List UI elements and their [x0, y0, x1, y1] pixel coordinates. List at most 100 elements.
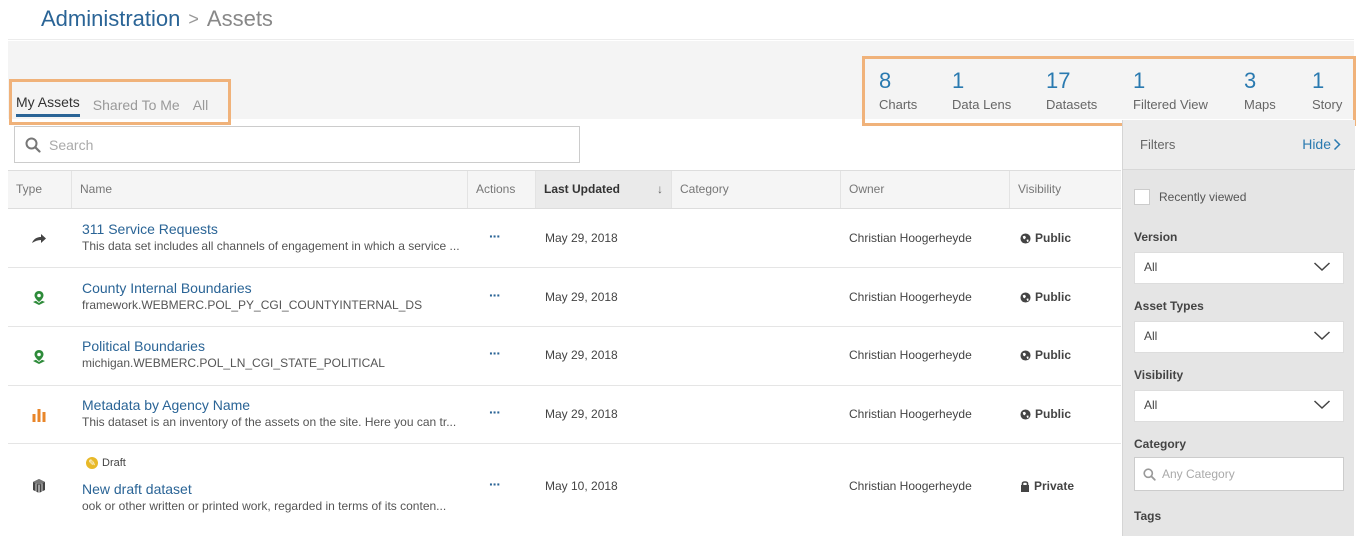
- stat-label: Datasets: [1046, 97, 1098, 112]
- search-input[interactable]: [49, 136, 549, 153]
- column-visibility[interactable]: Visibility: [1010, 171, 1121, 208]
- search-icon: [1143, 467, 1156, 481]
- asset-name-link[interactable]: Metadata by Agency Name: [82, 397, 456, 413]
- map-pin-icon: [30, 348, 48, 366]
- asset-description: This data set includes all channels of e…: [82, 239, 460, 253]
- stat-maps[interactable]: 3 Maps: [1244, 67, 1276, 112]
- lock-icon: [1021, 481, 1029, 492]
- visibility-label: Public: [1035, 231, 1072, 245]
- bar-chart-icon: [30, 406, 48, 424]
- owner: Christian Hoogerheyde: [849, 348, 972, 362]
- sort-descending-icon: ↓: [657, 182, 663, 196]
- column-actions: Actions: [468, 171, 536, 208]
- stat-charts[interactable]: 8 Charts: [879, 67, 917, 112]
- last-updated: May 29, 2018: [545, 407, 618, 421]
- tab-shared-to-me[interactable]: Shared To Me: [93, 97, 180, 117]
- breadcrumb: Administration > Assets: [41, 6, 273, 32]
- asset-tabs: My Assets Shared To Me All: [9, 79, 231, 125]
- table-header: Type Name Actions Last Updated ↓ Categor…: [8, 170, 1121, 209]
- asset-description: ook or other written or printed work, re…: [82, 499, 447, 513]
- last-updated: May 29, 2018: [545, 348, 618, 362]
- visibility-filter-label: Visibility: [1134, 368, 1184, 382]
- stat-label: Data Lens: [952, 97, 1012, 112]
- owner: Christian Hoogerheyde: [849, 479, 972, 493]
- breadcrumb-administration[interactable]: Administration: [41, 6, 180, 32]
- visibility-status: Public: [1020, 407, 1071, 421]
- map-pin-icon: [30, 289, 48, 307]
- actions-menu-button[interactable]: ···: [489, 345, 501, 361]
- chevron-down-icon: [1313, 400, 1331, 410]
- owner: Christian Hoogerheyde: [849, 231, 972, 245]
- column-category[interactable]: Category: [672, 171, 841, 208]
- stat-count: 8: [879, 68, 892, 93]
- search-icon: [25, 137, 41, 153]
- asset-types-select[interactable]: All: [1134, 321, 1344, 353]
- filters-sidebar: Filters Hide Recently viewed Version All…: [1122, 120, 1355, 536]
- globe-icon: [1020, 349, 1031, 361]
- last-updated: May 29, 2018: [545, 231, 618, 245]
- visibility-label: Public: [1035, 348, 1072, 362]
- stat-filtered-view[interactable]: 1 Filtered View: [1133, 67, 1208, 112]
- chevron-down-icon: [1313, 262, 1331, 272]
- column-last-updated-label: Last Updated: [544, 182, 621, 196]
- draft-badge: ✎ Draft: [86, 457, 126, 469]
- stat-datasets[interactable]: 17 Datasets: [1046, 67, 1097, 112]
- recently-viewed-label: Recently viewed: [1159, 190, 1247, 204]
- asset-name-link[interactable]: Political Boundaries: [82, 338, 385, 354]
- filters-header: Filters Hide: [1123, 120, 1355, 170]
- draft-label: Draft: [102, 457, 126, 469]
- category-input[interactable]: [1162, 467, 1332, 481]
- asset-counts: 8 Charts 1 Data Lens 17 Datasets 1 Filte…: [862, 56, 1356, 126]
- page-header: Administration > Assets: [8, 0, 1354, 40]
- recently-viewed-filter[interactable]: Recently viewed: [1134, 189, 1246, 205]
- column-owner[interactable]: Owner: [841, 171, 1010, 208]
- visibility-status: Public: [1020, 290, 1071, 304]
- asset-types-label: Asset Types: [1134, 299, 1204, 313]
- last-updated: May 10, 2018: [545, 479, 618, 493]
- table-row: Political Boundaries michigan.WEBMERC.PO…: [8, 327, 1121, 386]
- asset-description: This dataset is an inventory of the asse…: [82, 415, 457, 429]
- stat-data-lens[interactable]: 1 Data Lens: [952, 67, 1011, 112]
- asset-name-link[interactable]: 311 Service Requests: [82, 221, 460, 237]
- owner: Christian Hoogerheyde: [849, 407, 972, 421]
- table-row: ✎ Draft New draft dataset ook or other w…: [8, 444, 1121, 528]
- actions-menu-button[interactable]: ···: [489, 287, 501, 303]
- version-select[interactable]: All: [1134, 252, 1344, 284]
- last-updated: May 29, 2018: [545, 290, 618, 304]
- asset-name-link[interactable]: New draft dataset: [82, 481, 446, 497]
- stat-count: 3: [1244, 68, 1257, 93]
- tab-all[interactable]: All: [193, 97, 209, 117]
- chevron-right-icon: [1333, 138, 1341, 150]
- asset-description: framework.WEBMERC.POL_PY_CGI_COUNTYINTER…: [82, 298, 423, 312]
- stat-label: Charts: [879, 97, 918, 112]
- recently-viewed-checkbox[interactable]: [1134, 189, 1150, 205]
- asset-types-value: All: [1144, 329, 1158, 343]
- stat-count: 1: [1312, 68, 1325, 93]
- hide-filters-button[interactable]: Hide: [1302, 136, 1341, 152]
- arrow-icon: [30, 230, 48, 248]
- globe-icon: [1020, 232, 1031, 244]
- visibility-select[interactable]: All: [1134, 390, 1344, 422]
- breadcrumb-separator: >: [188, 8, 199, 29]
- stat-count: 1: [952, 68, 965, 93]
- breadcrumb-current: Assets: [206, 6, 273, 31]
- column-last-updated[interactable]: Last Updated ↓: [536, 171, 672, 208]
- stat-count: 1: [1133, 68, 1146, 93]
- tab-my-assets[interactable]: My Assets: [16, 94, 80, 117]
- actions-menu-button[interactable]: ···: [489, 404, 501, 420]
- stat-story[interactable]: 1 Story: [1312, 67, 1342, 112]
- visibility-status: Private: [1020, 479, 1074, 493]
- table-row: Metadata by Agency Name This dataset is …: [8, 386, 1121, 444]
- asset-name-link[interactable]: County Internal Boundaries: [82, 280, 422, 296]
- visibility-label: Private: [1034, 479, 1075, 493]
- table-row: County Internal Boundaries framework.WEB…: [8, 268, 1121, 327]
- column-name[interactable]: Name: [72, 171, 468, 208]
- asset-description: michigan.WEBMERC.POL_LN_CGI_STATE_POLITI…: [82, 356, 385, 370]
- actions-menu-button[interactable]: ···: [489, 228, 501, 244]
- chevron-down-icon: [1313, 331, 1331, 341]
- stat-count: 17: [1046, 68, 1071, 93]
- visibility-status: Public: [1020, 348, 1071, 362]
- actions-menu-button[interactable]: ···: [489, 476, 501, 492]
- pencil-icon: ✎: [86, 457, 98, 469]
- column-type[interactable]: Type: [8, 171, 72, 208]
